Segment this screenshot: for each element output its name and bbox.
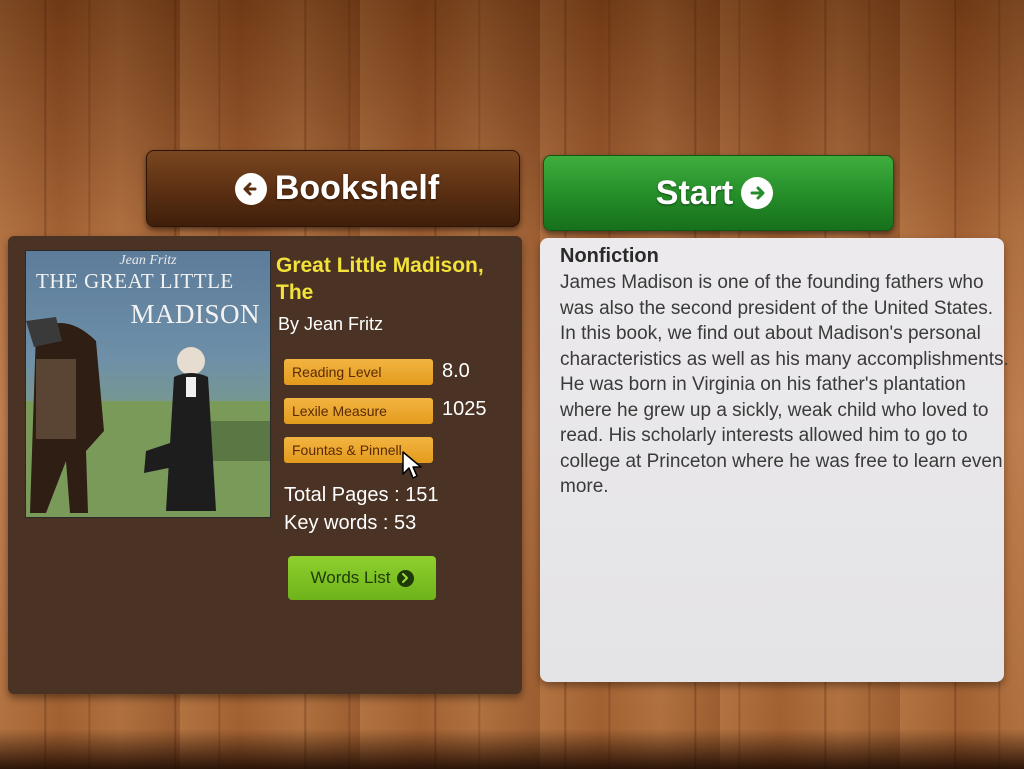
book-author: By Jean Fritz <box>278 314 384 334</box>
book-cover: Jean Fritz THE GREAT LITTLE MADISON <box>25 250 271 518</box>
description-panel: Nonfiction James Madison is one of the f… <box>540 238 1009 682</box>
lexile-measure-tag: Lexile Measure <box>284 398 433 424</box>
reading-level-tag: Reading Level <box>284 359 433 385</box>
bookshelf-label: Bookshelf <box>274 169 440 207</box>
reading-level-value: 8.0 <box>442 360 470 382</box>
book-title: Great Little Madison, The <box>276 254 484 304</box>
words-list-label: Words List <box>310 568 391 587</box>
arrow-right-circle-icon <box>741 177 774 209</box>
bottom-bezel <box>0 729 1024 769</box>
genre-label: Nonfiction <box>560 245 659 267</box>
cover-title-line2: MADISON <box>130 299 260 329</box>
lexile-measure-value: 1025 <box>442 398 487 420</box>
book-description: James Madison is one of the founding fat… <box>560 272 1009 497</box>
arrow-right-circle-icon <box>396 569 414 587</box>
total-pages: Total Pages : 151 <box>284 484 439 506</box>
start-label: Start <box>655 173 734 212</box>
arrow-left-circle-icon <box>234 172 267 205</box>
cover-title-line1: THE GREAT LITTLE <box>36 269 234 293</box>
words-list-button[interactable]: Words List <box>288 556 436 600</box>
book-info-panel: Jean Fritz THE GREAT LITTLE MADISON Grea… <box>8 236 522 694</box>
mouse-cursor-icon <box>402 451 422 479</box>
app-screen: { "nav": { "bookshelf_label": "Bookshelf… <box>0 0 1024 769</box>
bookshelf-button[interactable]: Bookshelf <box>146 150 520 227</box>
cover-author: Jean Fritz <box>119 253 177 268</box>
key-words: Key words : 53 <box>284 512 417 534</box>
start-button[interactable]: Start <box>543 155 894 231</box>
